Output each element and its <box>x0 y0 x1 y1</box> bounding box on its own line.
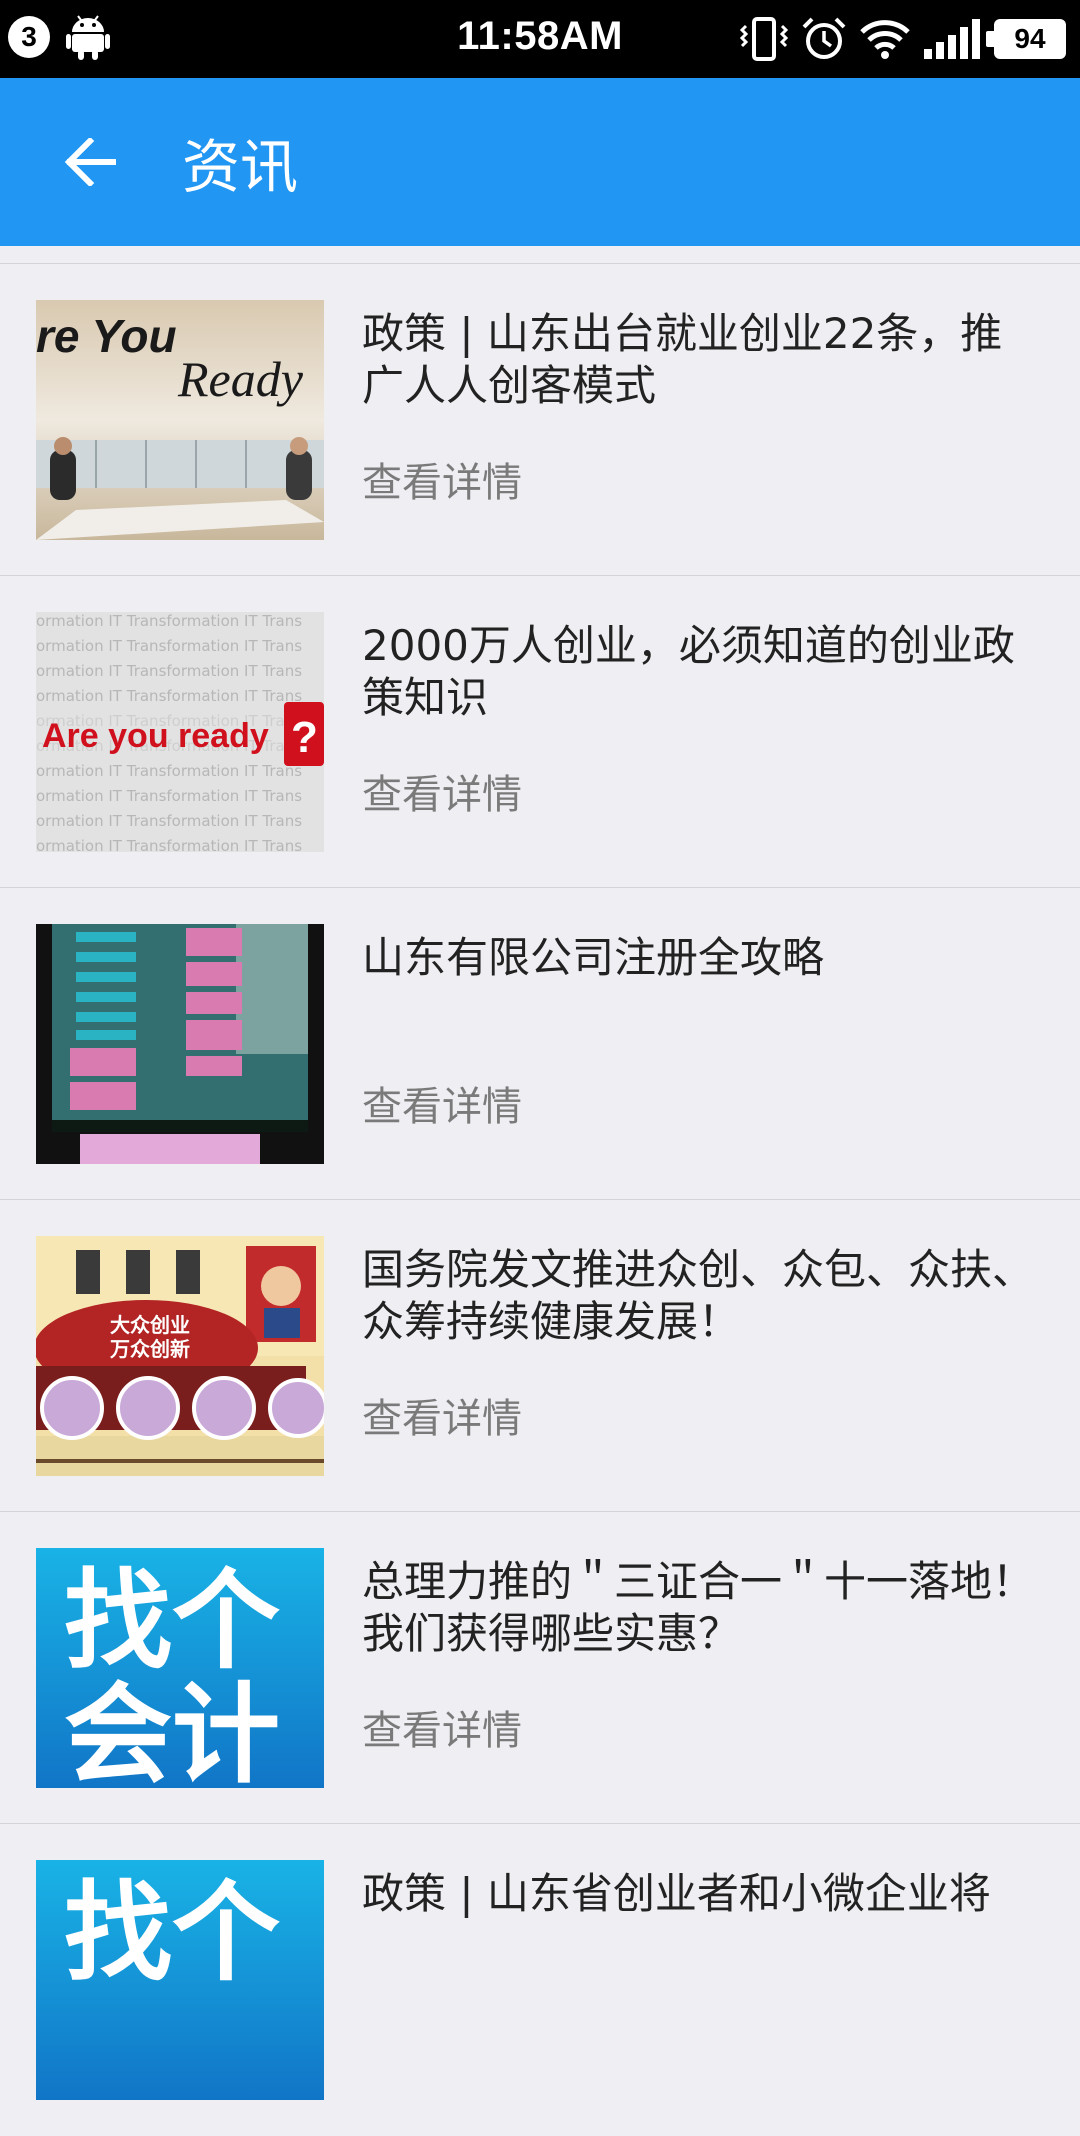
view-details-link[interactable]: 查看详情 <box>362 1386 522 1444</box>
back-button[interactable] <box>52 124 128 200</box>
alarm-icon <box>802 17 846 59</box>
thumbnail-caption: ormation IT Transformation IT Trans <box>36 787 302 805</box>
news-thumbnail: ormation IT Transformation IT Trans orma… <box>36 612 324 852</box>
news-title: 政策 | 山东出台就业创业22条，推广人人创客模式 <box>362 309 1003 410</box>
view-details-link[interactable]: 查看详情 <box>362 762 522 820</box>
app-bar: 资讯 <box>0 78 1080 246</box>
news-title: 总理力推的＂三证合一＂十一落地！我们获得哪些实惠？ <box>362 1557 1035 1658</box>
view-details-link[interactable]: 查看详情 <box>362 450 522 508</box>
news-list-item[interactable]: 山东有限公司注册全攻略 查看详情 <box>0 888 1080 1200</box>
thumbnail-caption: Ready <box>177 351 304 407</box>
wifi-icon <box>860 20 910 59</box>
arrow-back-icon <box>64 138 116 186</box>
news-list-item[interactable]: re You Ready 政策 | 山东出台就业创业22条，推广人人创客模式 查… <box>0 264 1080 576</box>
view-details-link[interactable]: 查看详情 <box>362 1074 522 1132</box>
news-title: 山东有限公司注册全攻略 <box>362 933 825 982</box>
view-details-link[interactable]: 查看详情 <box>362 1698 522 1756</box>
thumbnail-caption: 找个 <box>64 1871 280 1996</box>
news-list-item[interactable]: 找个 会计 总理力推的＂三证合一＂十一落地！我们获得哪些实惠？ 查看详情 <box>0 1512 1080 1824</box>
thumbnail-caption: 会计 <box>64 1673 280 1788</box>
news-title: 政策 | 山东省创业者和小微企业将 <box>362 1869 991 1918</box>
news-list-item[interactable]: ormation IT Transformation IT Trans orma… <box>0 576 1080 888</box>
news-thumbnail: 找个 会计 <box>36 1548 324 1788</box>
thumbnail-caption: ormation IT Transformation IT Trans <box>36 837 302 852</box>
news-title: 2000万人创业，必须知道的创业政策知识 <box>362 621 1015 722</box>
thumbnail-caption: 找个 <box>64 1559 280 1684</box>
news-thumbnail: re You Ready <box>36 300 324 540</box>
thumbnail-caption: 大众创业 <box>110 1313 190 1337</box>
news-thumbnail: 找个 <box>36 1860 324 2100</box>
thumbnail-caption: re You <box>36 310 177 362</box>
thumbnail-caption: Are you ready <box>42 717 269 755</box>
thumbnail-caption: ormation IT Transformation IT Trans <box>36 612 302 630</box>
news-list: re You Ready 政策 | 山东出台就业创业22条，推广人人创客模式 查… <box>0 264 1080 2136</box>
news-title: 国务院发文推进众创、众包、众扶、众筹持续健康发展！ <box>362 1245 1035 1346</box>
news-thumbnail <box>36 924 324 1164</box>
battery-indicator: 94 <box>986 19 1066 59</box>
thumbnail-caption: ormation IT Transformation IT Trans <box>36 637 302 655</box>
thumbnail-caption: 万众创新 <box>109 1337 190 1361</box>
thumbnail-caption: ormation IT Transformation IT Trans <box>36 662 302 680</box>
signal-icon <box>924 19 980 59</box>
news-list-item[interactable]: 大众创业 万众创新 国务院发文推进众创、众包、众扶、众筹持续健康发展！ 查看详情 <box>0 1200 1080 1512</box>
thumbnail-caption: ormation IT Transformation IT Trans <box>36 762 302 780</box>
thumbnail-caption: ormation IT Transformation IT Trans <box>36 812 302 830</box>
news-list-item[interactable]: 找个 政策 | 山东省创业者和小微企业将 <box>0 1824 1080 2136</box>
thumbnail-caption: ormation IT Transformation IT Trans <box>36 687 302 705</box>
news-thumbnail: 大众创业 万众创新 <box>36 1236 324 1476</box>
thumbnail-caption: ? <box>291 713 318 762</box>
status-bar: 3 11:58AM 94 <box>0 0 1080 78</box>
page-title: 资讯 <box>182 133 299 201</box>
vibrate-icon <box>740 17 788 61</box>
